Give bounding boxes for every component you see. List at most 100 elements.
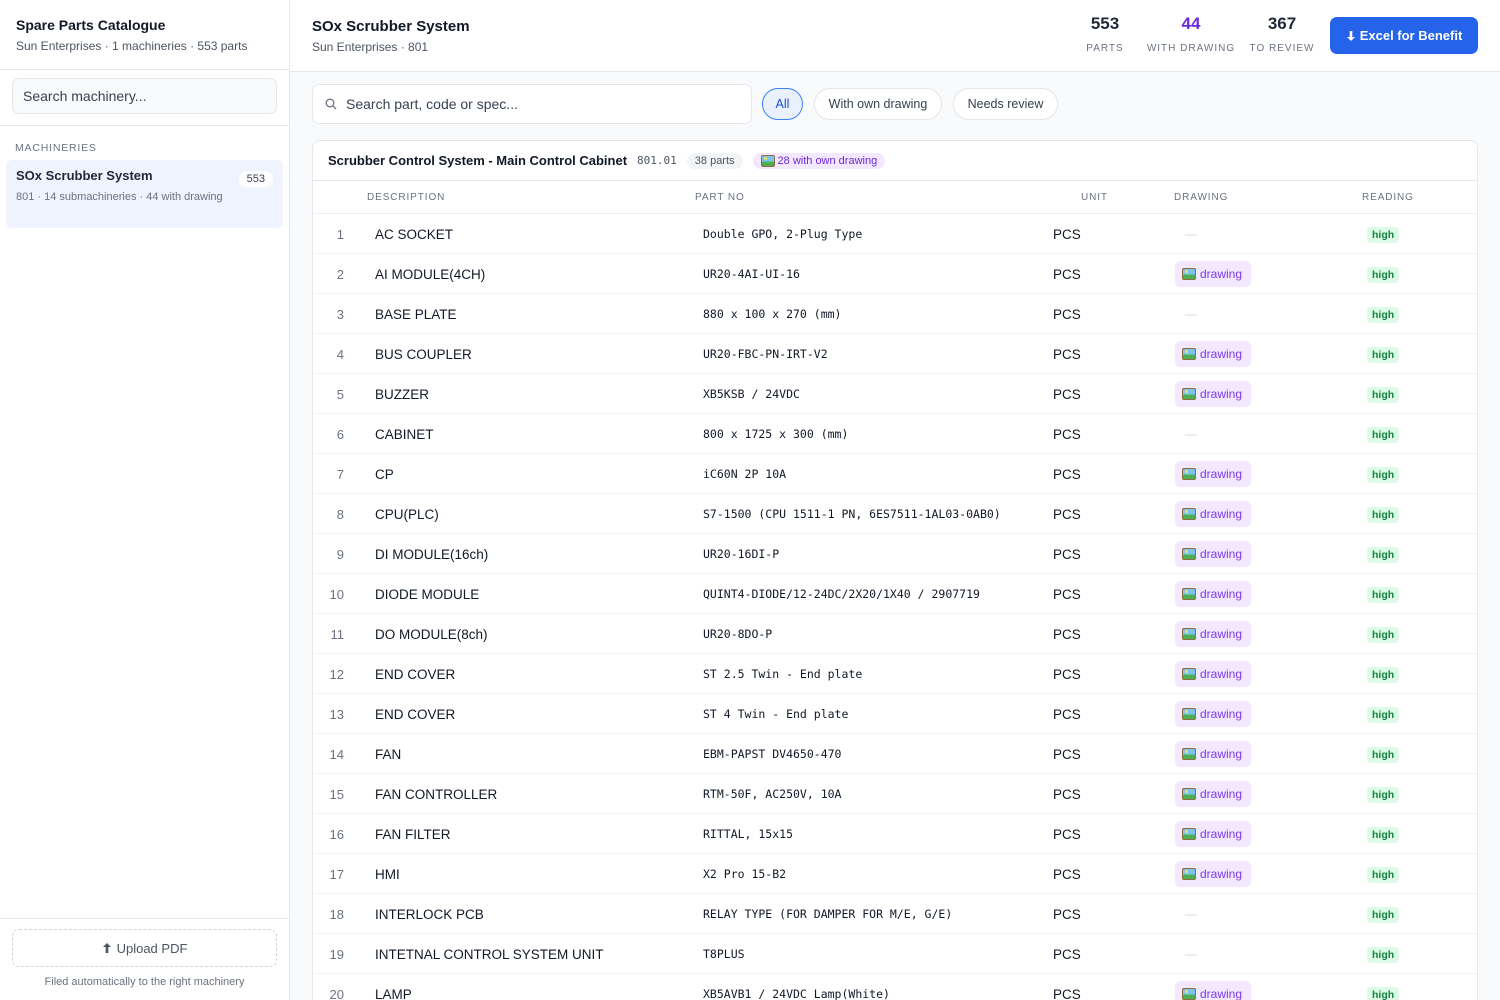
picture-icon <box>1182 508 1196 520</box>
table-row[interactable]: 8 CPU(PLC) S7-1500 (CPU 1511-1 PN, 6ES75… <box>313 494 1477 534</box>
table-row[interactable]: 10 DIODE MODULE QUINT4-DIODE/12-24DC/2X2… <box>313 574 1477 614</box>
part-number: UR20-8DO-P <box>703 627 773 641</box>
table-row[interactable]: 3 BASE PLATE 880 x 100 x 270 (mm) PCS — … <box>313 294 1477 334</box>
no-drawing-dash: — <box>1185 307 1197 321</box>
stat-parts: 553 PARTS <box>1060 14 1150 54</box>
reading-cell: high <box>1363 814 1423 854</box>
stat-to-review-label: TO REVIEW <box>1249 43 1315 54</box>
part-description: AC SOCKET <box>375 226 454 242</box>
row-number: 16 <box>329 826 344 842</box>
part-description: DI MODULE(16ch) <box>375 546 489 562</box>
column-header-reading: READING <box>1362 192 1414 203</box>
drawing-button[interactable]: drawing <box>1175 621 1252 647</box>
drawing-label: drawing <box>1200 667 1243 681</box>
drawing-button[interactable]: drawing <box>1175 781 1252 807</box>
reading-badge: high <box>1367 587 1400 603</box>
table-row[interactable]: 5 BUZZER XB5KSB / 24VDC PCS drawing high <box>313 374 1477 414</box>
table-row[interactable]: 19 INTETNAL CONTROL SYSTEM UNIT T8PLUS P… <box>313 934 1477 974</box>
reading-cell: high <box>1363 574 1423 614</box>
table-row[interactable]: 1 AC SOCKET Double GPO, 2-Plug Type PCS … <box>313 214 1477 254</box>
table-row[interactable]: 11 DO MODULE(8ch) UR20-8DO-P PCS drawing… <box>313 614 1477 654</box>
table-row[interactable]: 16 FAN FILTER RITTAL, 15x15 PCS drawing … <box>313 814 1477 854</box>
table-row[interactable]: 18 INTERLOCK PCB RELAY TYPE (FOR DAMPER … <box>313 894 1477 934</box>
drawing-button[interactable]: drawing <box>1175 541 1252 567</box>
machinery-search-input[interactable] <box>12 78 277 114</box>
drawing-cell: — <box>1175 414 1295 454</box>
table-row[interactable]: 14 FAN EBM-PAPST DV4650-470 PCS drawing … <box>313 734 1477 774</box>
reading-badge: high <box>1367 347 1400 363</box>
part-search-input[interactable] <box>346 85 746 123</box>
part-number: T8PLUS <box>703 947 745 961</box>
upload-pdf-button[interactable]: Upload PDF <box>12 929 277 967</box>
drawing-cell: drawing <box>1175 854 1295 894</box>
drawing-button[interactable]: drawing <box>1175 741 1252 767</box>
machinery-item-sox-scrubber[interactable]: SOx Scrubber System 801 · 14 submachiner… <box>6 160 283 228</box>
stat-with-drawing: 44 WITH DRAWING <box>1146 14 1236 54</box>
reading-cell: high <box>1363 534 1423 574</box>
drawing-cell: drawing <box>1175 614 1295 654</box>
table-row[interactable]: 12 END COVER ST 2.5 Twin - End plate PCS… <box>313 654 1477 694</box>
row-number: 12 <box>329 666 344 682</box>
table-row[interactable]: 17 HMI X2 Pro 15-B2 PCS drawing high <box>313 854 1477 894</box>
drawing-button[interactable]: drawing <box>1175 381 1252 407</box>
drawing-label: drawing <box>1200 547 1243 561</box>
table-row[interactable]: 20 LAMP XB5AVB1 / 24VDC Lamp(White) PCS … <box>313 974 1477 1000</box>
drawing-cell: drawing <box>1175 974 1295 1000</box>
part-description: CABINET <box>375 426 434 442</box>
drawing-button[interactable]: drawing <box>1175 461 1252 487</box>
machinery-meta: 801 · 14 submachineries · 44 with drawin… <box>16 191 223 203</box>
table-row[interactable]: 6 CABINET 800 x 1725 x 300 (mm) PCS — hi… <box>313 414 1477 454</box>
table-row[interactable]: 9 DI MODULE(16ch) UR20-16DI-P PCS drawin… <box>313 534 1477 574</box>
drawing-button[interactable]: drawing <box>1175 261 1252 287</box>
excel-export-label: Excel for Benefit <box>1359 28 1463 43</box>
drawing-label: drawing <box>1200 387 1243 401</box>
part-description: FAN FILTER <box>375 826 451 842</box>
table-row[interactable]: 15 FAN CONTROLLER RTM-50F, AC250V, 10A P… <box>313 774 1477 814</box>
drawing-button[interactable]: drawing <box>1175 341 1252 367</box>
table-row[interactable]: 4 BUS COUPLER UR20-FBC-PN-IRT-V2 PCS dra… <box>313 334 1477 374</box>
download-arrow-icon <box>1346 30 1355 41</box>
drawing-cell: drawing <box>1175 734 1295 774</box>
part-description: AI MODULE(4CH) <box>375 266 486 282</box>
drawing-button[interactable]: drawing <box>1175 501 1252 527</box>
part-number: UR20-FBC-PN-IRT-V2 <box>703 347 828 361</box>
drawing-cell: drawing <box>1175 814 1295 854</box>
page-title: SOx Scrubber System <box>312 18 470 35</box>
drawing-button[interactable]: drawing <box>1175 861 1252 887</box>
picture-icon <box>1182 708 1196 720</box>
row-number: 13 <box>329 706 344 722</box>
row-number: 14 <box>329 746 344 762</box>
part-unit: PCS <box>1053 306 1081 322</box>
drawing-cell: drawing <box>1175 454 1295 494</box>
drawing-cell: drawing <box>1175 254 1295 294</box>
submachinery-header[interactable]: Scrubber Control System - Main Control C… <box>313 141 1477 181</box>
filter-chip-needs-review[interactable]: Needs review <box>953 88 1058 120</box>
part-number: RELAY TYPE (FOR DAMPER FOR M/E, G/E) <box>703 907 953 921</box>
table-row[interactable]: 13 END COVER ST 4 Twin - End plate PCS d… <box>313 694 1477 734</box>
reading-cell: high <box>1363 774 1423 814</box>
reading-cell: high <box>1363 854 1423 894</box>
submachinery-drawing-count-label: 28 with own drawing <box>777 154 878 167</box>
reading-badge: high <box>1367 707 1400 723</box>
filter-chip-all[interactable]: All <box>762 88 803 120</box>
drawing-cell: drawing <box>1175 334 1295 374</box>
stat-parts-value: 553 <box>1090 14 1120 33</box>
part-unit: PCS <box>1053 266 1081 282</box>
part-number: XB5AVB1 / 24VDC Lamp(White) <box>703 987 890 1000</box>
drawing-button[interactable]: drawing <box>1175 821 1252 847</box>
drawing-button[interactable]: drawing <box>1175 981 1252 1000</box>
reading-badge: high <box>1367 387 1400 403</box>
drawing-button[interactable]: drawing <box>1175 701 1252 727</box>
drawing-button[interactable]: drawing <box>1175 661 1252 687</box>
drawing-button[interactable]: drawing <box>1175 581 1252 607</box>
drawing-label: drawing <box>1200 467 1243 481</box>
table-row[interactable]: 7 CP iC60N 2P 10A PCS drawing high <box>313 454 1477 494</box>
table-row[interactable]: 2 AI MODULE(4CH) UR20-4AI-UI-16 PCS draw… <box>313 254 1477 294</box>
filter-chip-with-own-drawing[interactable]: With own drawing <box>814 88 942 120</box>
reading-cell: high <box>1363 454 1423 494</box>
part-unit: PCS <box>1053 426 1081 442</box>
excel-export-button[interactable]: Excel for Benefit <box>1330 17 1478 54</box>
row-number: 20 <box>329 986 344 1000</box>
drawing-label: drawing <box>1200 587 1243 601</box>
row-number: 10 <box>329 586 344 602</box>
